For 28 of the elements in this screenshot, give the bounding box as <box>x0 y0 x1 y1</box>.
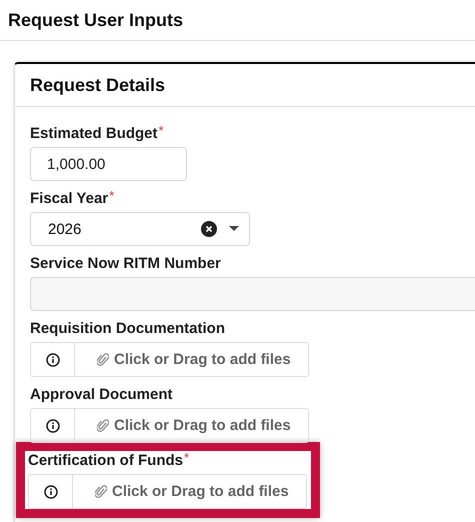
info-button[interactable] <box>30 408 74 443</box>
ritm-field[interactable] <box>30 277 475 311</box>
field-label: Estimated Budget <box>30 124 158 144</box>
file-drop-zone[interactable]: Click or Drag to add files <box>74 342 309 377</box>
required-mark: * <box>109 189 114 203</box>
info-icon <box>44 484 58 498</box>
field-label: Approval Document <box>30 385 173 405</box>
caret-icon[interactable] <box>229 226 239 232</box>
card-title: Request Details <box>30 74 166 96</box>
field-label: Requisition Documentation <box>30 319 225 339</box>
info-button[interactable] <box>30 342 74 377</box>
field-label: Service Now RITM Number <box>30 254 221 274</box>
field-label: Certification of Funds <box>28 451 183 471</box>
required-mark: * <box>184 451 190 465</box>
field-label: Fiscal Year <box>30 189 108 209</box>
page-title: Request User Inputs <box>8 10 184 30</box>
file-drop-zone[interactable]: Click or Drag to add files <box>74 408 309 443</box>
required-mark: * <box>158 124 164 138</box>
clear-icon[interactable] <box>201 221 217 237</box>
info-icon <box>46 352 60 366</box>
year-select[interactable]: 2026 <box>30 212 250 246</box>
paperclip-icon <box>97 352 109 367</box>
file-drop-zone[interactable]: Click or Drag to add files <box>72 474 307 509</box>
paperclip-icon <box>95 484 107 499</box>
paperclip-icon <box>97 418 109 433</box>
info-icon <box>46 418 60 432</box>
info-button[interactable] <box>28 474 72 509</box>
budget-field[interactable]: 1,000.00 <box>30 147 187 181</box>
